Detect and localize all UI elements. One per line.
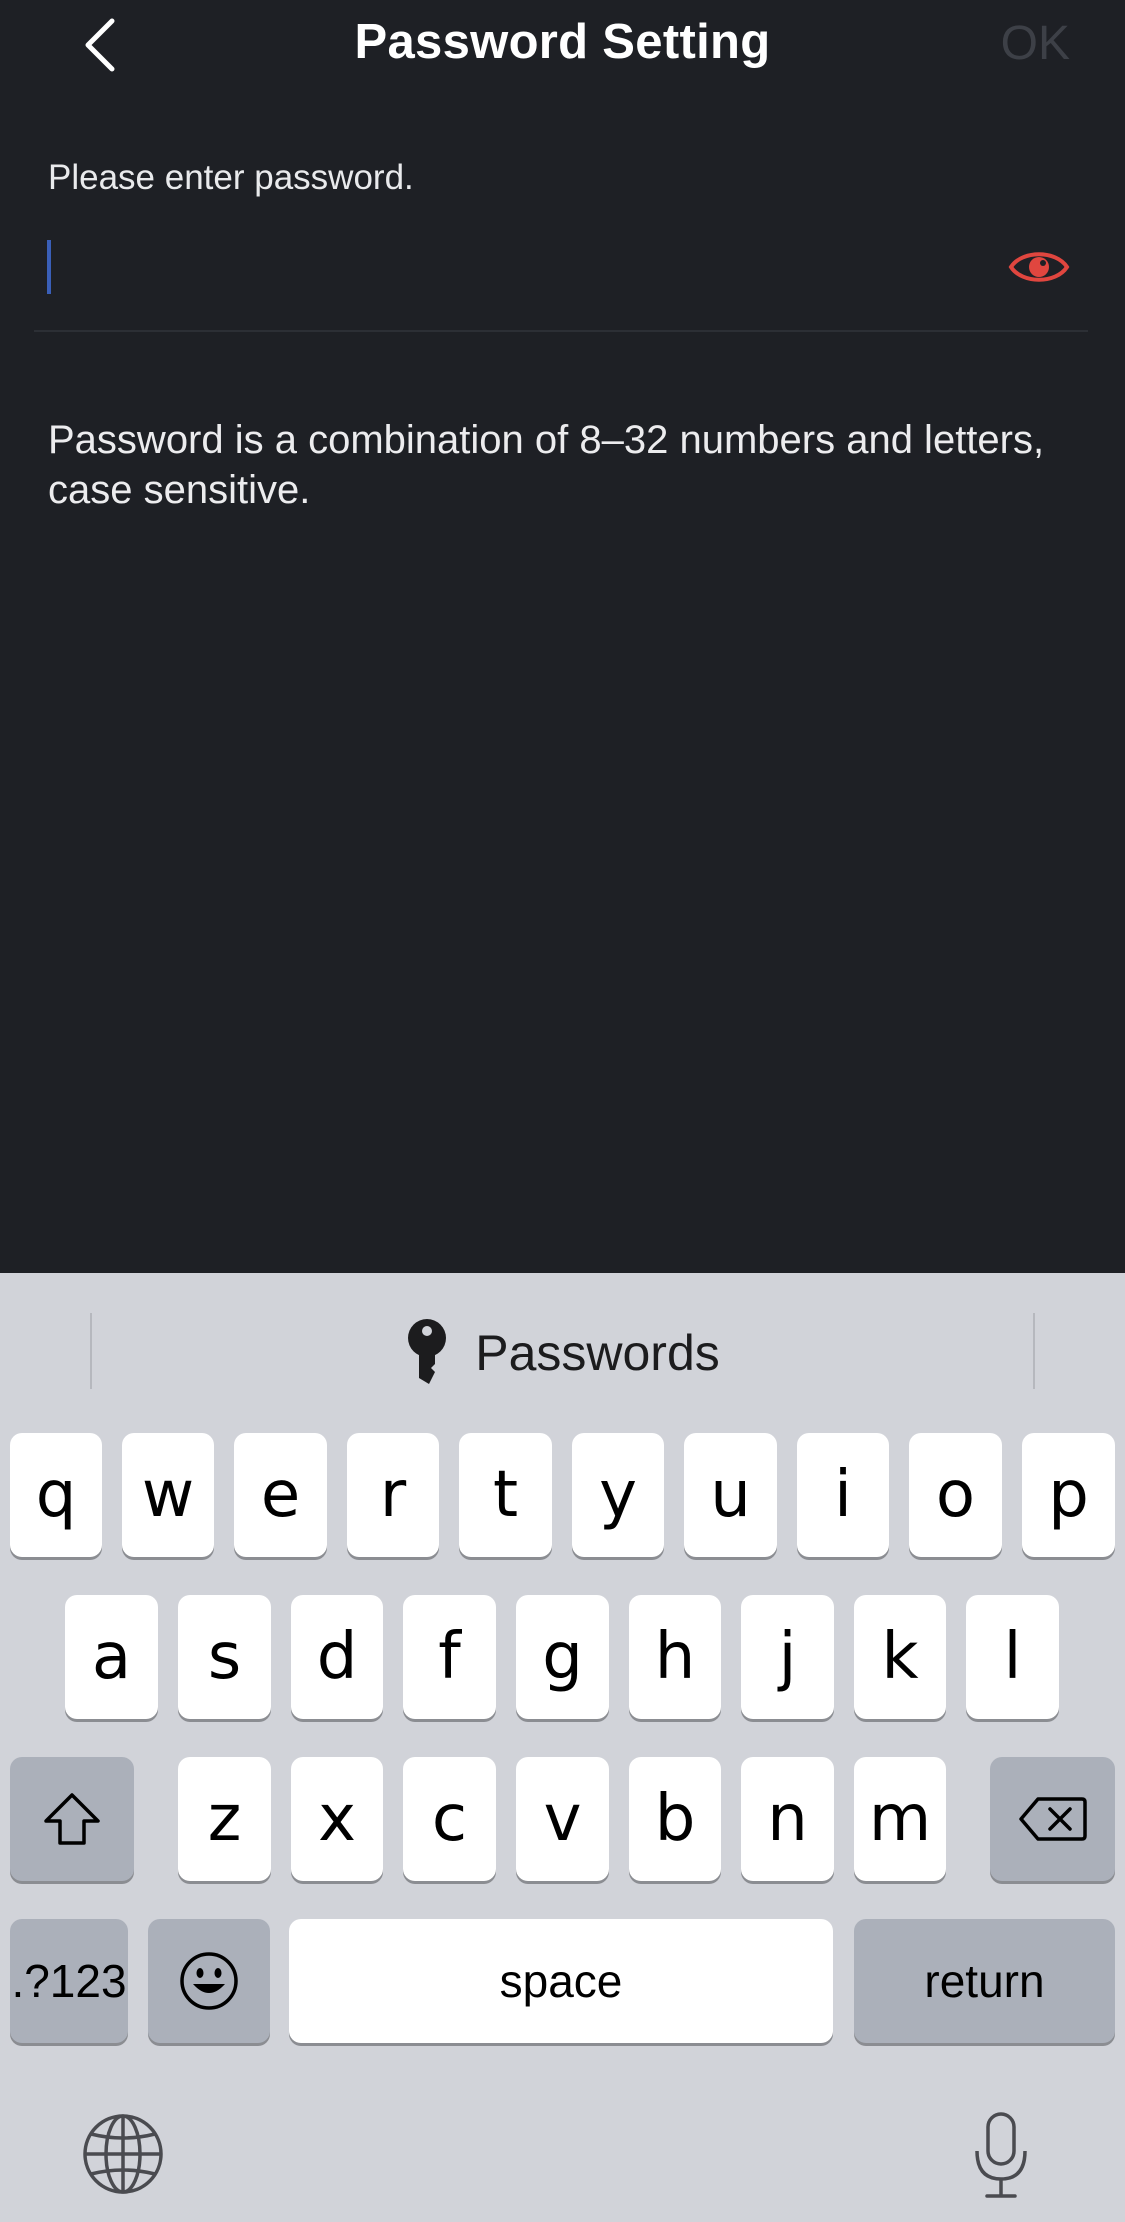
- key-x[interactable]: x: [291, 1757, 383, 1881]
- key-c[interactable]: c: [403, 1757, 496, 1881]
- key-icon: [408, 1319, 447, 1384]
- backspace-icon: [1018, 1797, 1087, 1841]
- password-label: Please enter password.: [48, 158, 414, 197]
- key-o[interactable]: o: [909, 1433, 1002, 1557]
- password-hint: Password is a combination of 8–32 number…: [48, 418, 1045, 512]
- key-z[interactable]: z: [178, 1757, 271, 1881]
- key-r[interactable]: r: [347, 1433, 439, 1557]
- globe-button[interactable]: [80, 2111, 166, 2197]
- text-cursor: [47, 240, 51, 294]
- passwords-suggestion[interactable]: Passwords: [0, 1313, 1125, 1393]
- emoji-icon: [180, 1952, 238, 2010]
- ok-button[interactable]: OK: [1001, 16, 1070, 71]
- microphone-icon: [975, 2112, 1027, 2198]
- key-h[interactable]: h: [629, 1595, 721, 1719]
- key-p[interactable]: p: [1022, 1433, 1115, 1557]
- keyboard: Passwords q w e r t y u i o p a s d f g …: [0, 1273, 1125, 2222]
- key-q[interactable]: q: [10, 1433, 102, 1557]
- key-d[interactable]: d: [291, 1595, 383, 1719]
- shift-key[interactable]: [10, 1757, 134, 1881]
- page-title: Password Setting: [354, 15, 771, 69]
- key-j[interactable]: j: [741, 1595, 834, 1719]
- key-u[interactable]: u: [684, 1433, 777, 1557]
- return-key[interactable]: return: [854, 1919, 1115, 2043]
- key-s[interactable]: s: [178, 1595, 271, 1719]
- space-key[interactable]: space: [289, 1919, 833, 2043]
- numbers-key[interactable]: .?123: [10, 1919, 128, 2043]
- key-w[interactable]: w: [122, 1433, 214, 1557]
- key-n[interactable]: n: [741, 1757, 834, 1881]
- toggle-visibility-button[interactable]: [1008, 242, 1070, 292]
- key-y[interactable]: y: [572, 1433, 664, 1557]
- key-b[interactable]: b: [629, 1757, 721, 1881]
- key-a[interactable]: a: [65, 1595, 158, 1719]
- header: Password Setting OK: [0, 0, 1125, 90]
- key-m[interactable]: m: [854, 1757, 946, 1881]
- delete-key[interactable]: [990, 1757, 1115, 1881]
- key-l[interactable]: l: [966, 1595, 1059, 1719]
- emoji-key[interactable]: [148, 1919, 270, 2043]
- key-t[interactable]: t: [459, 1433, 552, 1557]
- password-field[interactable]: [34, 222, 1088, 332]
- globe-icon: [83, 2114, 163, 2194]
- key-i[interactable]: i: [797, 1433, 889, 1557]
- key-f[interactable]: f: [403, 1595, 496, 1719]
- key-g[interactable]: g: [516, 1595, 609, 1719]
- key-k[interactable]: k: [854, 1595, 946, 1719]
- suggestion-label: Passwords: [475, 1325, 720, 1381]
- suggestion-bar: Passwords: [0, 1273, 1125, 1423]
- dictation-button[interactable]: [966, 2109, 1036, 2203]
- key-e[interactable]: e: [234, 1433, 327, 1557]
- shift-icon: [44, 1793, 100, 1845]
- eye-icon: [1008, 252, 1070, 282]
- key-v[interactable]: v: [516, 1757, 609, 1881]
- password-input[interactable]: [58, 232, 958, 302]
